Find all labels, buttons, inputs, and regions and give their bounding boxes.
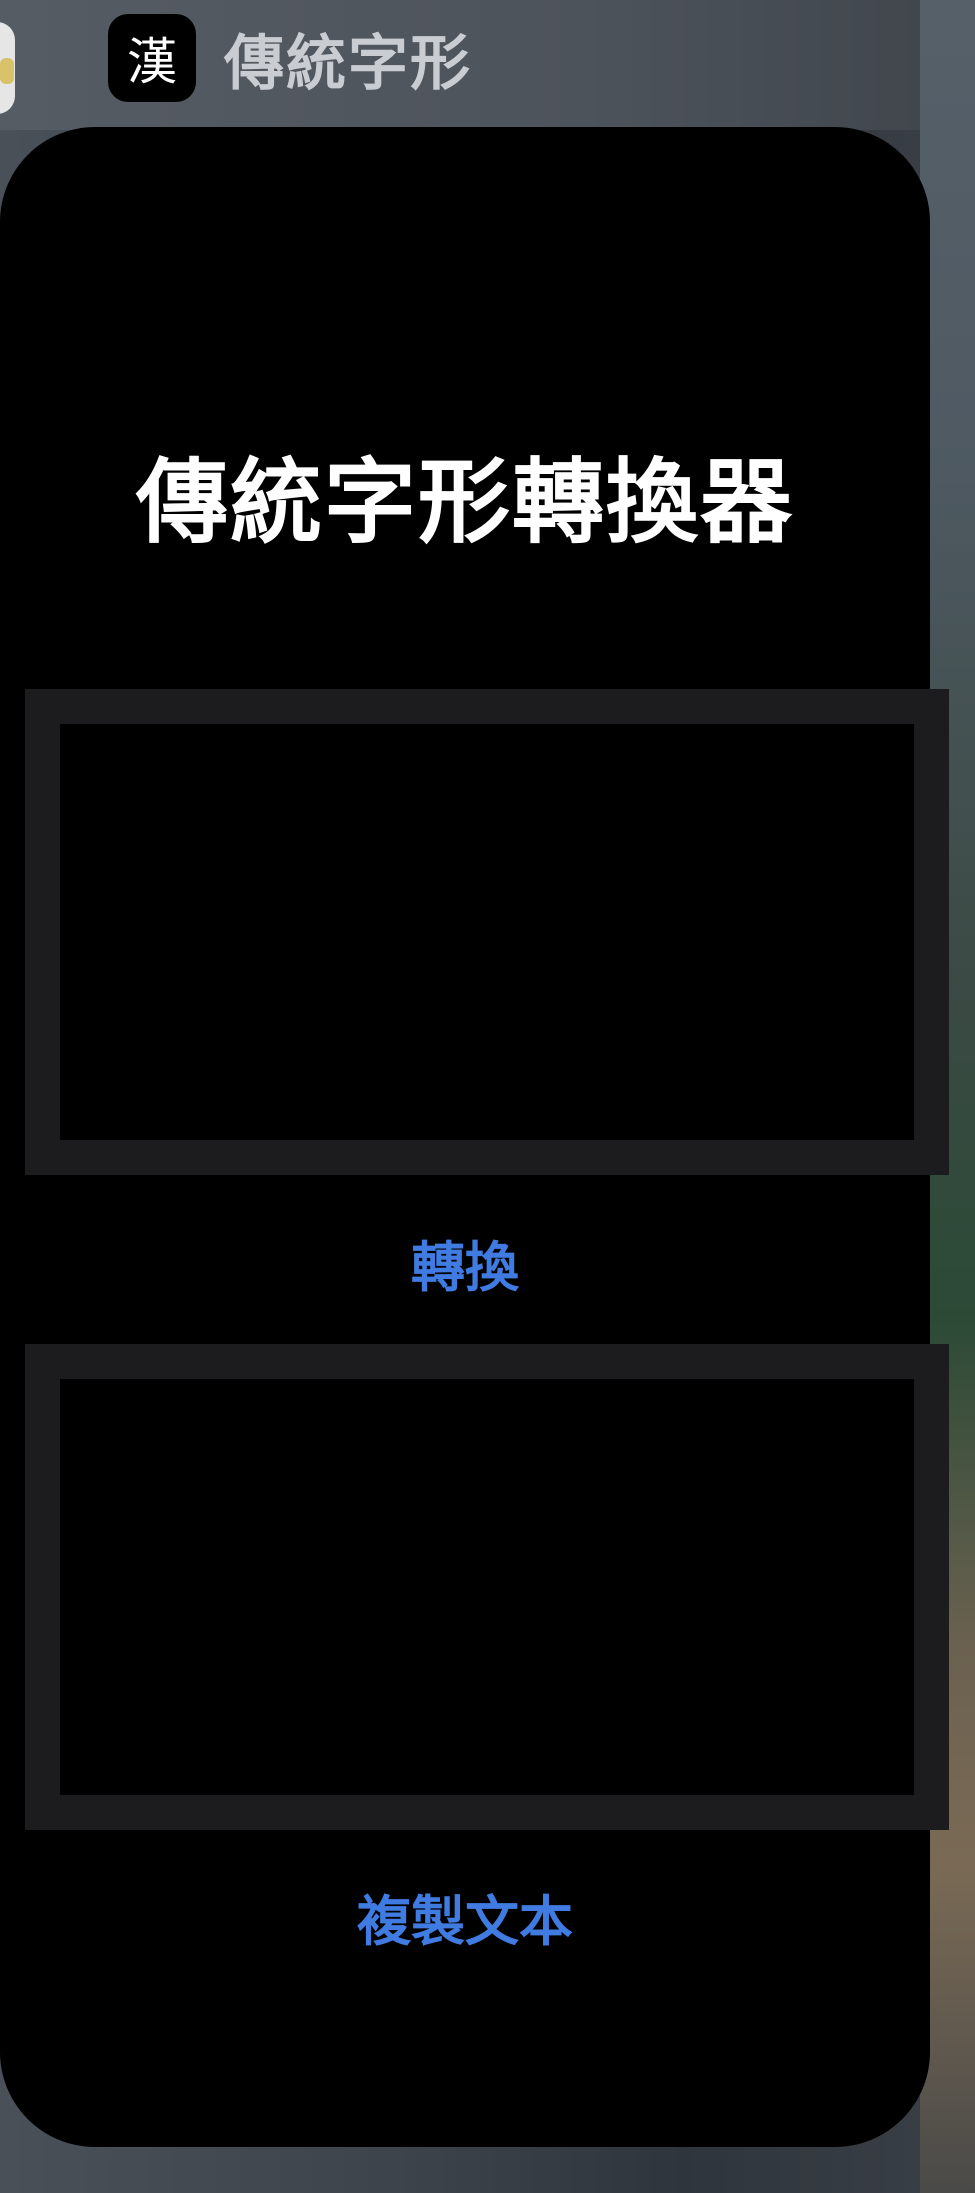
convert-button[interactable]: 轉換 [0, 1223, 930, 1302]
input-text-area[interactable] [25, 689, 949, 1175]
app-name-label: 傳統字形 [224, 28, 472, 99]
page-title: 傳統字形轉換器 [135, 448, 794, 556]
adjacent-app-card[interactable] [0, 22, 15, 114]
copy-text-button[interactable]: 複製文本 [0, 1877, 930, 1956]
app-switcher-header: 漢 傳統字形 [108, 14, 472, 102]
app-icon[interactable]: 漢 [108, 14, 196, 102]
output-text-area[interactable] [25, 1344, 949, 1830]
app-card[interactable]: 傳統字形轉換器 轉換 複製文本 [0, 127, 949, 2147]
